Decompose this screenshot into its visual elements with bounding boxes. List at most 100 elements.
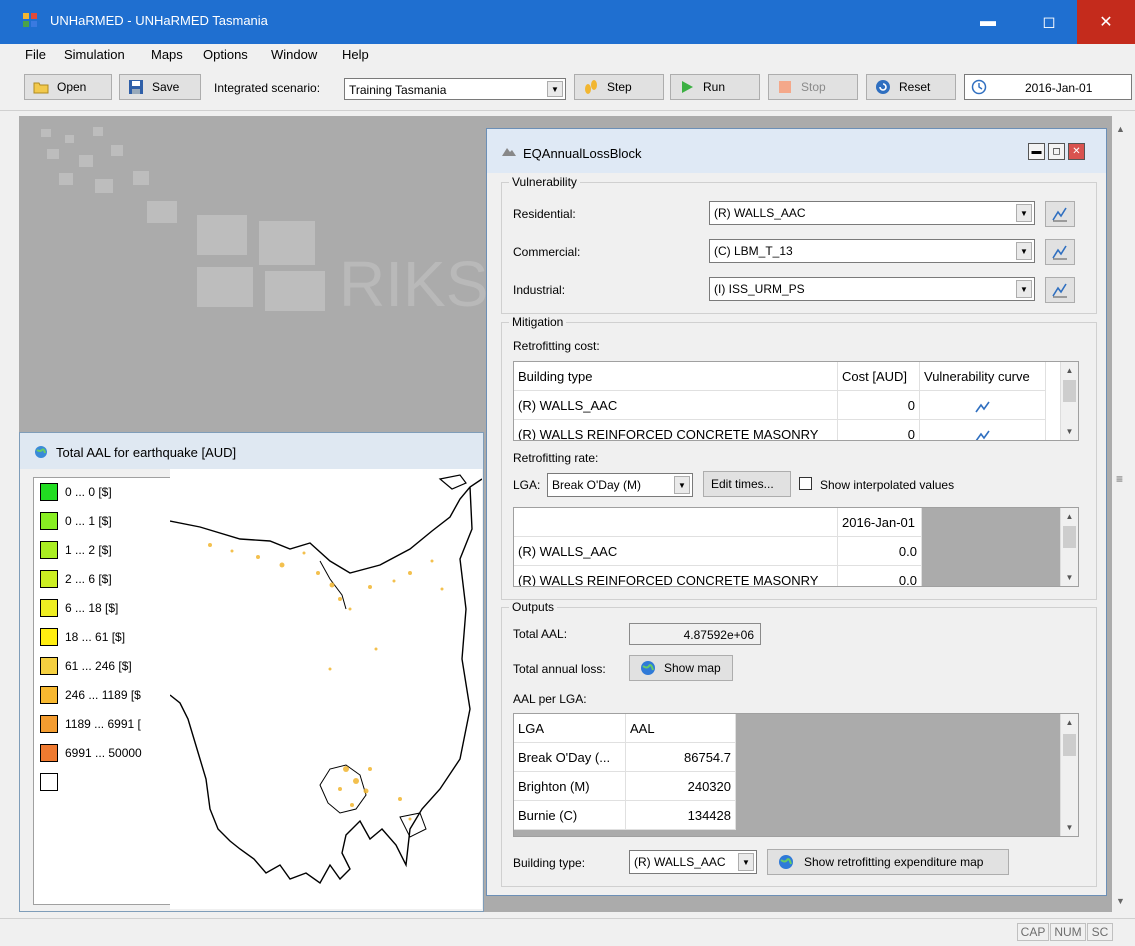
grip-icon[interactable]: ≡ <box>1116 472 1123 486</box>
table-row-cost[interactable]: 0 <box>838 420 920 440</box>
table-row-building-type[interactable]: (R) WALLS REINFORCED CONCRETE MASONRY <box>514 420 838 440</box>
legend-swatch <box>40 686 58 704</box>
dialog-close-button[interactable]: ✕ <box>1068 143 1085 160</box>
tasmania-map[interactable] <box>170 469 482 909</box>
table-row-building-type[interactable]: (R) WALLS_AAC <box>514 391 838 420</box>
close-button[interactable]: ✕ <box>1077 0 1135 44</box>
map-canvas[interactable] <box>170 469 482 909</box>
chevron-down-icon: ▼ <box>1016 242 1032 260</box>
map-legend: 0 ... 0 [$] 0 ... 1 [$] 1 ... 2 [$] 2 ..… <box>33 477 178 905</box>
legend-item: 6991 ... 50000 <box>40 743 142 763</box>
show-retrofitting-map-button[interactable]: Show retrofitting expenditure map <box>767 849 1009 875</box>
column-header-cost[interactable]: Cost [AUD] <box>838 362 920 391</box>
num-lock-indicator: NUM <box>1050 923 1086 941</box>
scroll-thumb[interactable] <box>1063 526 1076 548</box>
menu-help[interactable]: Help <box>342 47 369 62</box>
chevron-down-icon: ▼ <box>547 81 563 97</box>
column-header-building-type[interactable]: Building type <box>514 362 838 391</box>
table-row-aal[interactable]: 134428 <box>626 801 736 830</box>
column-header-vulnerability-curve[interactable]: Vulnerability curve <box>920 362 1046 391</box>
menu-maps[interactable]: Maps <box>151 47 183 62</box>
table-row-lga[interactable]: Burnie (C) <box>514 801 626 830</box>
minimize-button[interactable]: ▬ <box>959 0 1017 44</box>
legend-swatch <box>40 541 58 559</box>
save-label: Save <box>152 80 180 94</box>
column-header-lga[interactable]: LGA <box>514 714 626 743</box>
legend-item: 61 ... 246 [$] <box>40 656 132 676</box>
legend-swatch <box>40 715 58 733</box>
retrofitting-rate-label: Retrofitting rate: <box>513 451 599 465</box>
date-field[interactable]: 2016-Jan-01 <box>964 74 1132 100</box>
commercial-select[interactable]: (C) LBM_T_13 ▼ <box>709 239 1035 263</box>
workspace-scrollbar[interactable]: ▲ ≡ ▼ <box>1112 116 1130 912</box>
table-row-aal[interactable]: 240320 <box>626 772 736 801</box>
menu-options[interactable]: Options <box>203 47 248 62</box>
scroll-up-icon[interactable]: ▲ <box>1061 362 1078 379</box>
scenario-select[interactable]: Training Tasmania ▼ <box>344 78 566 100</box>
dialog-maximize-button[interactable]: ◻ <box>1048 143 1065 160</box>
legend-swatch <box>40 744 58 762</box>
scroll-up-icon[interactable]: ▲ <box>1061 714 1078 731</box>
cost-table-scrollbar[interactable]: ▲ ▼ <box>1060 362 1078 440</box>
chart-icon[interactable] <box>974 429 991 441</box>
table-row-building-type[interactable]: (R) WALLS_AAC <box>514 537 838 566</box>
scroll-thumb[interactable] <box>1063 380 1076 402</box>
mitigation-group-label: Mitigation <box>509 315 567 329</box>
residential-curve-button[interactable] <box>1045 201 1075 227</box>
clock-icon <box>971 79 987 95</box>
table-row-building-type[interactable]: (R) WALLS REINFORCED CONCRETE MASONRY <box>514 566 838 586</box>
open-button[interactable]: Open <box>24 74 112 100</box>
stop-button[interactable]: Stop <box>768 74 858 100</box>
aal-per-lga-table: LGA AAL Break O'Day (... 86754.7 Brighto… <box>513 713 1079 837</box>
reset-button[interactable]: Reset <box>866 74 956 100</box>
run-button[interactable]: Run <box>670 74 760 100</box>
menu-simulation[interactable]: Simulation <box>64 47 125 62</box>
scroll-down-icon[interactable]: ▼ <box>1061 569 1078 586</box>
dialog-header: EQAnnualLossBlock ▬ ◻ ✕ <box>487 129 1106 173</box>
app-icon <box>23 13 37 27</box>
scroll-thumb[interactable] <box>1063 734 1076 756</box>
table-row-cost[interactable]: 0 <box>838 391 920 420</box>
building-type-select[interactable]: (R) WALLS_AAC ▼ <box>629 850 757 874</box>
industrial-select[interactable]: (I) ISS_URM_PS ▼ <box>709 277 1035 301</box>
table-row-aal[interactable]: 86754.7 <box>626 743 736 772</box>
legend-swatch <box>40 483 58 501</box>
column-header-date[interactable]: 2016-Jan-01 <box>838 508 922 537</box>
industrial-curve-button[interactable] <box>1045 277 1075 303</box>
globe-icon <box>641 661 655 675</box>
menu-file[interactable]: File <box>25 47 46 62</box>
scroll-down-icon[interactable]: ▼ <box>1061 819 1078 836</box>
table-row-rate[interactable]: 0.0 <box>838 537 922 566</box>
chevron-down-icon: ▼ <box>1016 204 1032 222</box>
table-row-rate[interactable]: 0.0 <box>838 566 922 586</box>
table-row-lga[interactable]: Brighton (M) <box>514 772 626 801</box>
step-button[interactable]: Step <box>574 74 664 100</box>
lga-select[interactable]: Break O'Day (M) ▼ <box>547 473 693 497</box>
edit-times-button[interactable]: Edit times... <box>703 471 791 497</box>
open-label: Open <box>57 80 87 94</box>
lga-table-scrollbar[interactable]: ▲ ▼ <box>1060 714 1078 836</box>
scroll-up-icon[interactable]: ▲ <box>1116 124 1125 134</box>
chart-icon <box>1052 283 1067 298</box>
dialog-minimize-button[interactable]: ▬ <box>1028 143 1045 160</box>
save-button[interactable]: Save <box>119 74 201 100</box>
show-map-button[interactable]: Show map <box>629 655 733 681</box>
menu-window[interactable]: Window <box>271 47 317 62</box>
column-header-aal[interactable]: AAL <box>626 714 736 743</box>
residential-value: (R) WALLS_AAC <box>714 206 806 220</box>
show-interpolated-checkbox[interactable] <box>799 477 812 490</box>
scroll-down-icon[interactable]: ▼ <box>1116 896 1125 906</box>
maximize-button[interactable]: ◻ <box>1020 0 1078 44</box>
scroll-up-icon[interactable]: ▲ <box>1061 508 1078 525</box>
residential-select[interactable]: (R) WALLS_AAC ▼ <box>709 201 1035 225</box>
vulnerability-curve-cell[interactable] <box>920 391 1046 420</box>
table-row-lga[interactable]: Break O'Day (... <box>514 743 626 772</box>
rate-table-scrollbar[interactable]: ▲ ▼ <box>1060 508 1078 586</box>
vulnerability-curve-cell[interactable] <box>920 420 1046 441</box>
scroll-down-icon[interactable]: ▼ <box>1061 423 1078 440</box>
retrofitting-cost-table: Building type Cost [AUD] Vulnerability c… <box>513 361 1079 441</box>
chart-icon[interactable] <box>974 400 991 414</box>
chevron-down-icon: ▼ <box>738 853 754 871</box>
legend-item <box>40 772 65 792</box>
commercial-curve-button[interactable] <box>1045 239 1075 265</box>
